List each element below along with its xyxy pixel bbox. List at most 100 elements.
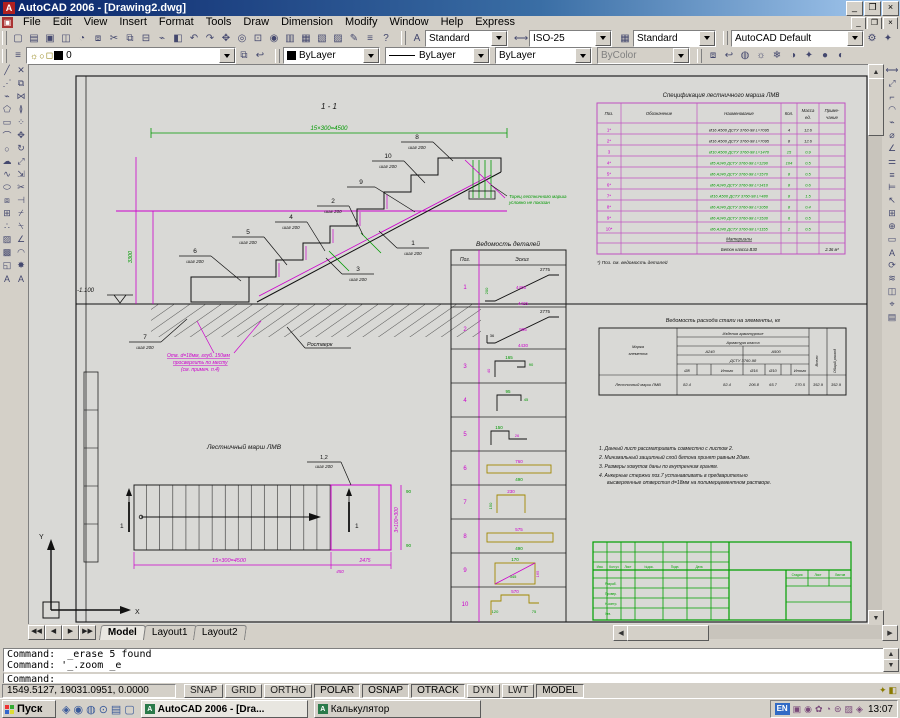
hatch-icon[interactable]: ▨ [1,233,14,246]
gradient-icon[interactable]: ▩ [1,246,14,259]
zoom-realtime-icon[interactable]: ◎ [234,31,250,46]
layer-walk-icon[interactable]: ✦ [801,48,817,63]
offset-icon[interactable]: ≬ [15,103,28,116]
text-style-combo[interactable]: Standard [425,30,508,47]
construction-line-icon[interactable]: ⋰ [1,77,14,90]
properties-icon[interactable]: ▥ [282,31,298,46]
tab-next-icon[interactable]: ▶ [62,625,79,640]
toolbar-grip[interactable] [697,49,702,63]
layout-tab[interactable]: Model [99,625,146,640]
clock[interactable]: 13:07 [868,704,893,715]
lineweight-combo[interactable]: ByLayer [495,47,592,64]
stretch-icon[interactable]: ⇲ [15,168,28,181]
copy-icon[interactable]: ⧉ [122,31,138,46]
tray-update-icon[interactable]: ◔ [826,704,831,715]
layer-merge-icon[interactable]: ◐ [833,48,849,63]
status-toggle-button[interactable]: OSNAP [362,684,409,698]
plot-preview-icon[interactable]: ◔ [74,31,90,46]
menu-item[interactable]: Modify [339,16,383,29]
make-object-layer-icon[interactable]: ⧈ [705,48,721,63]
mtext-icon[interactable]: A [1,272,14,285]
toolbar-grip[interactable] [723,31,728,45]
layer-freeze-tool-icon[interactable]: ❄ [769,48,785,63]
tray-network-icon[interactable]: ✿ [815,704,823,715]
toolbar-grip[interactable] [401,31,406,45]
dim-ordinate-icon[interactable]: ⌐ [886,90,899,103]
toolbar-grip[interactable] [2,31,7,45]
osnap-settings-icon[interactable]: ⌖ [886,298,899,311]
tolerance-icon[interactable]: ⊞ [886,207,899,220]
revcloud-icon[interactable]: ☁ [1,155,14,168]
quick-dim-icon[interactable]: ⚌ [886,155,899,168]
tool-palettes-icon[interactable]: ▧ [314,31,330,46]
copy-object-icon[interactable]: ⧉ [15,77,28,90]
scale-icon[interactable]: ⤢ [15,155,28,168]
dim-jogged-icon[interactable]: ⌁ [886,116,899,129]
rotate-icon[interactable]: ↻ [15,142,28,155]
status-toggle-button[interactable]: SNAP [184,684,223,698]
point-icon[interactable]: ∴ [1,220,14,233]
layer-combo[interactable]: ☼○◻ 0 [26,47,236,64]
match-properties-icon[interactable]: ⌁ [154,31,170,46]
status-toggle-button[interactable]: DYN [467,684,500,698]
menu-item[interactable]: Help [435,16,470,29]
spline-icon[interactable]: ∿ [1,168,14,181]
tray-display-icon[interactable]: ▨ [845,704,854,715]
properties2-icon[interactable]: ▤ [886,311,899,324]
array-icon[interactable]: ⁘ [15,116,28,129]
sheet-set-manager-icon[interactable]: ▨ [330,31,346,46]
pan-icon[interactable]: ✥ [218,31,234,46]
menu-item[interactable]: File [17,16,47,29]
toolbar-lock-icon[interactable]: ◧ [888,685,897,696]
coordinates-readout[interactable]: 1549.5127, 19031.0951, 0.0000 [2,684,176,698]
horizontal-scrollbar[interactable]: ◀ ▶ [613,625,896,639]
layer-properties-manager-icon[interactable]: ≡ [10,48,26,63]
designcenter-icon[interactable]: ▦ [298,31,314,46]
status-toggle-button[interactable]: MODEL [536,684,584,698]
insert-block-icon[interactable]: ⧈ [1,194,14,207]
status-toggle-button[interactable]: LWT [502,684,534,698]
move-icon[interactable]: ✥ [15,129,28,142]
linetype-combo[interactable]: ByLayer [385,47,490,64]
horizontal-scroll-thumb[interactable] [627,625,709,641]
layer-match-icon[interactable]: ● [817,48,833,63]
polyline-icon[interactable]: ⌁ [1,90,14,103]
toolbar-grip[interactable] [2,49,7,63]
my-workspace-icon[interactable]: ✦ [880,31,896,46]
tab-prev-icon[interactable]: ◀ [45,625,62,640]
table-style-combo[interactable]: Standard [633,30,716,47]
menu-item[interactable]: Format [153,16,200,29]
outlook-icon[interactable]: ⊙ [99,703,108,716]
make-block-icon[interactable]: ⊞ [1,207,14,220]
show-desktop-icon[interactable]: ◈ [62,703,70,716]
arc-icon[interactable]: ⌒ [1,129,14,142]
rectangle-icon[interactable]: ▭ [1,116,14,129]
layer-previous-icon[interactable]: ↩ [721,48,737,63]
language-indicator[interactable]: EN [775,703,790,715]
toolbar-grip[interactable] [275,49,280,63]
menu-item[interactable]: Tools [200,16,238,29]
undo-icon[interactable]: ↶ [186,31,202,46]
layer-lock-tool-icon[interactable]: ◑ [785,48,801,63]
maximize-button[interactable]: ❐ [864,1,881,16]
dim-continue-icon[interactable]: ⊨ [886,181,899,194]
publish-icon[interactable]: ⧈ [90,31,106,46]
command-history[interactable]: Command: _erase 5 found Command: '_.zoom… [3,648,888,672]
dim-radius-icon[interactable]: ◠ [886,103,899,116]
layout-tab[interactable]: Layout1 [143,625,197,640]
menu-item[interactable]: Edit [47,16,78,29]
break-icon[interactable]: ⍀ [15,220,28,233]
model-space-canvas[interactable]: 1 - 1 15×300=4500 3300 [28,64,869,625]
tray-volume-icon[interactable]: ◉ [804,704,812,715]
circle-icon[interactable]: ○ [1,142,14,155]
folder-icon[interactable]: ▢ [124,703,134,716]
zoom-previous-icon[interactable]: ◉ [266,31,282,46]
cut-icon[interactable]: ✂ [106,31,122,46]
dim-linear-icon[interactable]: ⟷ [886,64,899,77]
extend-icon[interactable]: ⊣ [15,194,28,207]
dim-update-icon[interactable]: ⟳ [886,259,899,272]
draworder-icon[interactable]: ◫ [886,285,899,298]
minimize-button[interactable]: _ [846,1,863,16]
tab-last-icon[interactable]: ▶▶ [79,625,96,640]
taskbar-task-button[interactable]: AAutoCAD 2006 - [Dra... [141,700,308,718]
